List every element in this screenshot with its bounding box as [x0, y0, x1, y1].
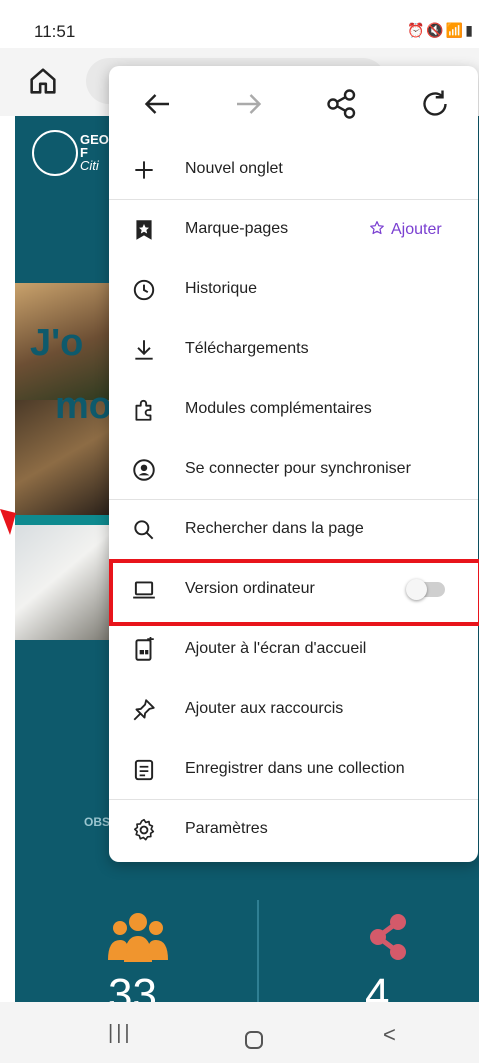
collection-icon	[134, 759, 154, 781]
puzzle-icon	[135, 399, 152, 421]
status-bar: 11:51 ⏰🔇📶▮	[0, 0, 479, 48]
menu-item-find-in-page[interactable]: Rechercher dans la page	[109, 500, 478, 560]
add-bookmark-label: Ajouter	[391, 221, 442, 238]
menu-item-label: Ajouter à l'écran d'accueil	[185, 640, 367, 657]
back-button[interactable]: <	[383, 1022, 396, 1048]
menu-item-label: Modules complémentaires	[185, 400, 372, 417]
battery-icon: ▮	[465, 22, 475, 38]
alarm-icon: ⏰	[406, 22, 427, 38]
status-icons: ⏰🔇📶▮	[407, 22, 475, 39]
bookmark-star-icon	[136, 220, 152, 240]
menu-item-label: Marque-pages	[185, 220, 289, 237]
reload-icon[interactable]	[417, 86, 453, 122]
menu-item-label: Paramètres	[185, 820, 268, 837]
hero-text-line2: mo	[55, 385, 112, 427]
clock-icon	[133, 279, 155, 301]
add-to-home-icon	[135, 637, 154, 661]
signal-icon: 📶	[445, 22, 466, 38]
obs-label: OBS	[84, 815, 111, 829]
menu-nav-row	[109, 66, 478, 141]
back-arrow-icon[interactable]	[139, 86, 175, 122]
annotation-highlight-box	[109, 559, 479, 626]
account-icon	[133, 459, 155, 481]
page-margin	[0, 116, 15, 1002]
status-time: 11:51	[34, 22, 76, 41]
ptarmigan-photo	[15, 525, 110, 640]
menu-item-label: Se connecter pour synchroniser	[185, 460, 411, 477]
annotation-arrow	[0, 509, 16, 535]
menu-item-addons[interactable]: Modules complémentaires	[109, 380, 478, 440]
mute-icon: 🔇	[426, 22, 446, 38]
menu-item-save-to-collection[interactable]: Enregistrer dans une collection	[109, 740, 478, 800]
site-title-line3: Citi	[80, 158, 99, 173]
site-logo[interactable]	[32, 130, 78, 176]
menu-item-label: Historique	[185, 280, 258, 297]
download-icon	[135, 340, 153, 360]
menu-item-settings[interactable]: Paramètres	[109, 800, 478, 860]
menu-item-label: Ajouter aux raccourcis	[185, 700, 344, 717]
plus-icon	[135, 161, 153, 179]
star-outline-icon	[370, 221, 384, 235]
menu-item-add-shortcut[interactable]: Ajouter aux raccourcis	[109, 680, 478, 740]
browser-menu: Nouvel onglet Marque-pages Ajouter Histo…	[109, 66, 478, 862]
site-title: GEO F Citi	[80, 133, 109, 172]
share-icon[interactable]	[324, 86, 360, 122]
pin-icon	[133, 699, 155, 721]
home-button[interactable]	[244, 1030, 264, 1050]
menu-item-label: Téléchargements	[185, 340, 309, 357]
hero-text-line1: J'o	[30, 322, 84, 364]
recents-button[interactable]: |||	[108, 1022, 133, 1045]
menu-item-downloads[interactable]: Téléchargements	[109, 320, 478, 380]
menu-item-history[interactable]: Historique	[109, 260, 478, 320]
menu-item-bookmarks[interactable]: Marque-pages Ajouter	[109, 200, 478, 260]
menu-item-add-to-home[interactable]: Ajouter à l'écran d'accueil	[109, 620, 478, 680]
stats-divider	[257, 900, 259, 1002]
search-icon	[134, 520, 154, 540]
menu-item-label: Nouvel onglet	[185, 160, 283, 177]
add-bookmark-button[interactable]: Ajouter	[369, 220, 442, 239]
forward-arrow-icon[interactable]	[231, 86, 267, 122]
menu-item-sign-in-sync[interactable]: Se connecter pour synchroniser	[109, 440, 478, 500]
menu-item-new-tab[interactable]: Nouvel onglet	[109, 140, 478, 200]
home-icon[interactable]	[26, 64, 60, 98]
gear-icon	[133, 818, 155, 841]
share-icon	[370, 914, 406, 960]
people-icon	[108, 913, 168, 962]
menu-item-label: Enregistrer dans une collection	[185, 760, 405, 777]
menu-item-label: Rechercher dans la page	[185, 520, 364, 537]
system-nav-bar: ||| <	[0, 1002, 479, 1063]
